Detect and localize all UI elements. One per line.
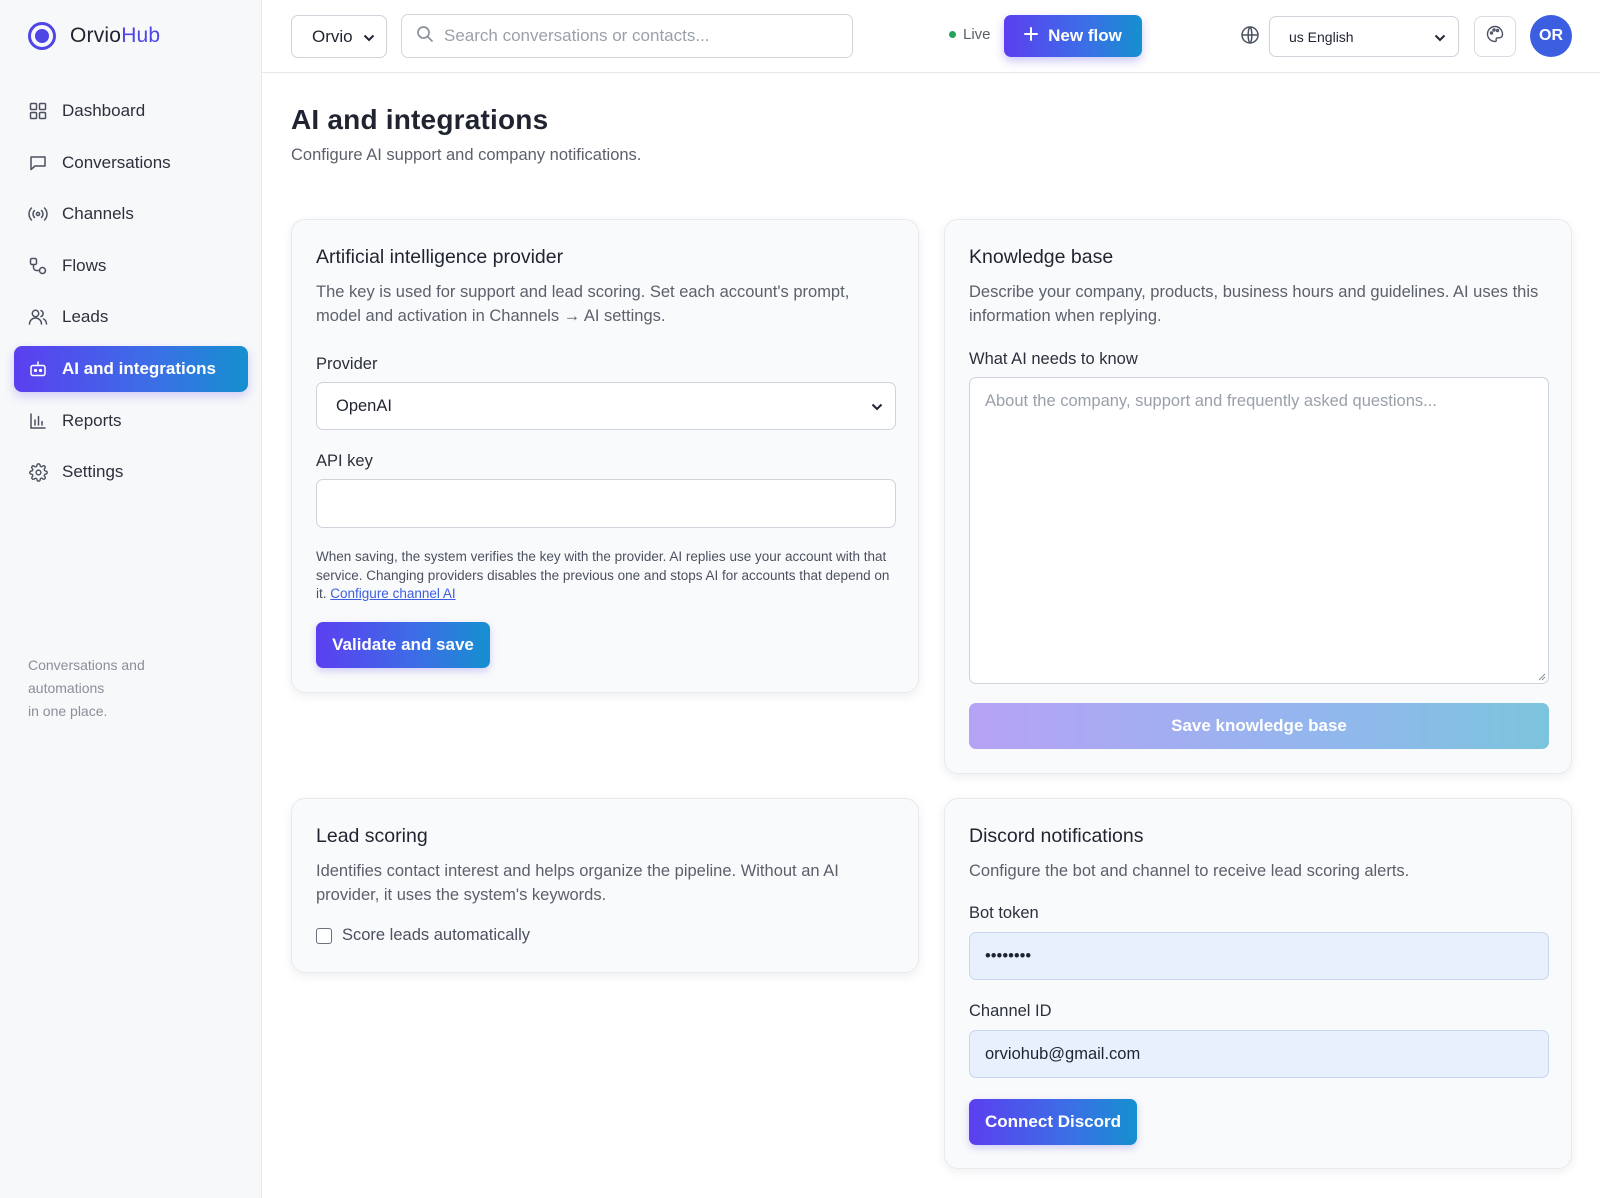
bar-chart-icon bbox=[28, 411, 48, 431]
sidebar-item-flows[interactable]: Flows bbox=[14, 243, 248, 289]
connect-discord-button[interactable]: Connect Discord bbox=[969, 1099, 1137, 1145]
knowledge-textarea-wrapper bbox=[969, 377, 1549, 684]
broadcast-icon bbox=[28, 204, 48, 224]
sidebar-item-leads[interactable]: Leads bbox=[14, 294, 248, 340]
brand-name: OrvioHub bbox=[70, 24, 161, 47]
search-box bbox=[401, 14, 853, 58]
sidebar-item-label: AI and integrations bbox=[62, 358, 216, 378]
lead-scoring-card: Lead scoring Identifies contact interest… bbox=[291, 798, 919, 973]
sidebar-item-label: Settings bbox=[62, 462, 124, 482]
flow-icon bbox=[28, 256, 48, 276]
sidebar-item-label: Leads bbox=[62, 307, 109, 327]
sidebar-item-label: Conversations bbox=[62, 152, 171, 172]
card-description: The key is used for support and lead sco… bbox=[316, 283, 850, 325]
sidebar-item-settings[interactable]: Settings bbox=[14, 449, 248, 495]
sidebar-item-label: Dashboard bbox=[62, 101, 146, 120]
chevron-down-icon bbox=[1434, 29, 1446, 45]
sidebar-nav: Dashboard Conversations Channels Flows L… bbox=[14, 88, 248, 501]
discord-card: Discord notifications Configure the bot … bbox=[944, 798, 1572, 1169]
logo-icon bbox=[28, 22, 56, 50]
language-select-value: us English bbox=[1289, 28, 1354, 45]
org-select-value: Orvio bbox=[312, 26, 353, 46]
bot-token-input[interactable] bbox=[970, 933, 1548, 979]
globe-icon bbox=[1240, 25, 1262, 47]
live-status: Live bbox=[949, 26, 991, 43]
sidebar-item-label: Channels bbox=[62, 204, 134, 224]
grid-icon bbox=[28, 101, 48, 121]
bot-token-label: Bot token bbox=[969, 904, 1039, 922]
language-select[interactable]: us English bbox=[1269, 16, 1459, 57]
topbar: Orvio Live New flow us English OR bbox=[262, 0, 1600, 73]
gear-icon bbox=[28, 462, 48, 482]
chat-icon bbox=[28, 153, 48, 173]
palette-icon bbox=[1486, 25, 1504, 48]
card-description: Identifies contact interest and helps or… bbox=[316, 862, 839, 904]
sidebar-item-label: Reports bbox=[62, 410, 122, 430]
channel-id-label: Channel ID bbox=[969, 1002, 1052, 1020]
card-title: Lead scoring bbox=[316, 825, 428, 847]
configure-channel-ai-link[interactable]: Configure channel AI bbox=[330, 586, 455, 601]
card-description: Describe your company, products, busines… bbox=[969, 283, 1539, 325]
resize-grip-icon[interactable] bbox=[1536, 671, 1546, 681]
sidebar-item-conversations[interactable]: Conversations bbox=[14, 140, 248, 186]
provider-select-value: OpenAI bbox=[336, 396, 392, 415]
score-leads-checkbox[interactable] bbox=[316, 927, 332, 944]
theme-button[interactable] bbox=[1474, 16, 1516, 57]
search-input[interactable] bbox=[444, 26, 824, 46]
card-title: Discord notifications bbox=[969, 825, 1144, 847]
sidebar-item-channels[interactable]: Channels bbox=[14, 191, 248, 237]
status-dot bbox=[949, 31, 956, 38]
avatar[interactable]: OR bbox=[1530, 15, 1572, 57]
chevron-down-icon bbox=[363, 27, 375, 47]
brand-logo[interactable]: OrvioHub bbox=[28, 22, 160, 50]
score-leads-option[interactable]: Score leads automatically bbox=[316, 926, 530, 945]
search-icon bbox=[416, 25, 434, 48]
bot-token-field bbox=[969, 932, 1549, 980]
knowledge-textarea[interactable] bbox=[970, 378, 1548, 683]
users-icon bbox=[28, 307, 48, 327]
sidebar-item-label: Flows bbox=[62, 255, 107, 275]
validate-save-button[interactable]: Validate and save bbox=[316, 622, 490, 668]
card-description: Configure the bot and channel to receive… bbox=[969, 862, 1410, 880]
channel-id-field bbox=[969, 1030, 1549, 1078]
org-select[interactable]: Orvio bbox=[291, 15, 387, 58]
sidebar-item-dashboard[interactable]: Dashboard bbox=[14, 88, 248, 134]
sidebar: OrvioHub Dashboard Conversations Channel… bbox=[0, 0, 262, 1198]
card-title: Artificial intelligence provider bbox=[316, 246, 564, 268]
api-key-field bbox=[316, 479, 896, 528]
bot-icon bbox=[28, 359, 48, 379]
sidebar-item-reports[interactable]: Reports bbox=[14, 398, 248, 444]
card-title: Knowledge base bbox=[969, 246, 1114, 268]
api-key-label: API key bbox=[316, 452, 373, 470]
ai-provider-card: Artificial intelligence provider The key… bbox=[291, 219, 919, 693]
channel-id-input[interactable] bbox=[970, 1031, 1548, 1077]
knowledge-base-card: Knowledge base Describe your company, pr… bbox=[944, 219, 1572, 774]
save-knowledge-base-button[interactable]: Save knowledge base bbox=[969, 703, 1549, 749]
chevron-down-icon bbox=[871, 397, 883, 416]
sidebar-tagline: Conversations and automations in one pla… bbox=[28, 657, 145, 719]
page-subtitle: Configure AI support and company notific… bbox=[291, 146, 642, 164]
new-flow-button[interactable]: New flow bbox=[1004, 15, 1142, 57]
provider-select[interactable]: OpenAI bbox=[316, 382, 896, 430]
plus-icon bbox=[1024, 26, 1039, 46]
api-key-note: When saving, the system verifies the key… bbox=[316, 549, 890, 601]
page-title: AI and integrations bbox=[291, 104, 549, 135]
api-key-input[interactable] bbox=[317, 480, 895, 527]
provider-label: Provider bbox=[316, 355, 378, 373]
sidebar-item-ai-integrations[interactable]: AI and integrations bbox=[14, 345, 248, 392]
knowledge-field-label: What AI needs to know bbox=[969, 350, 1138, 368]
